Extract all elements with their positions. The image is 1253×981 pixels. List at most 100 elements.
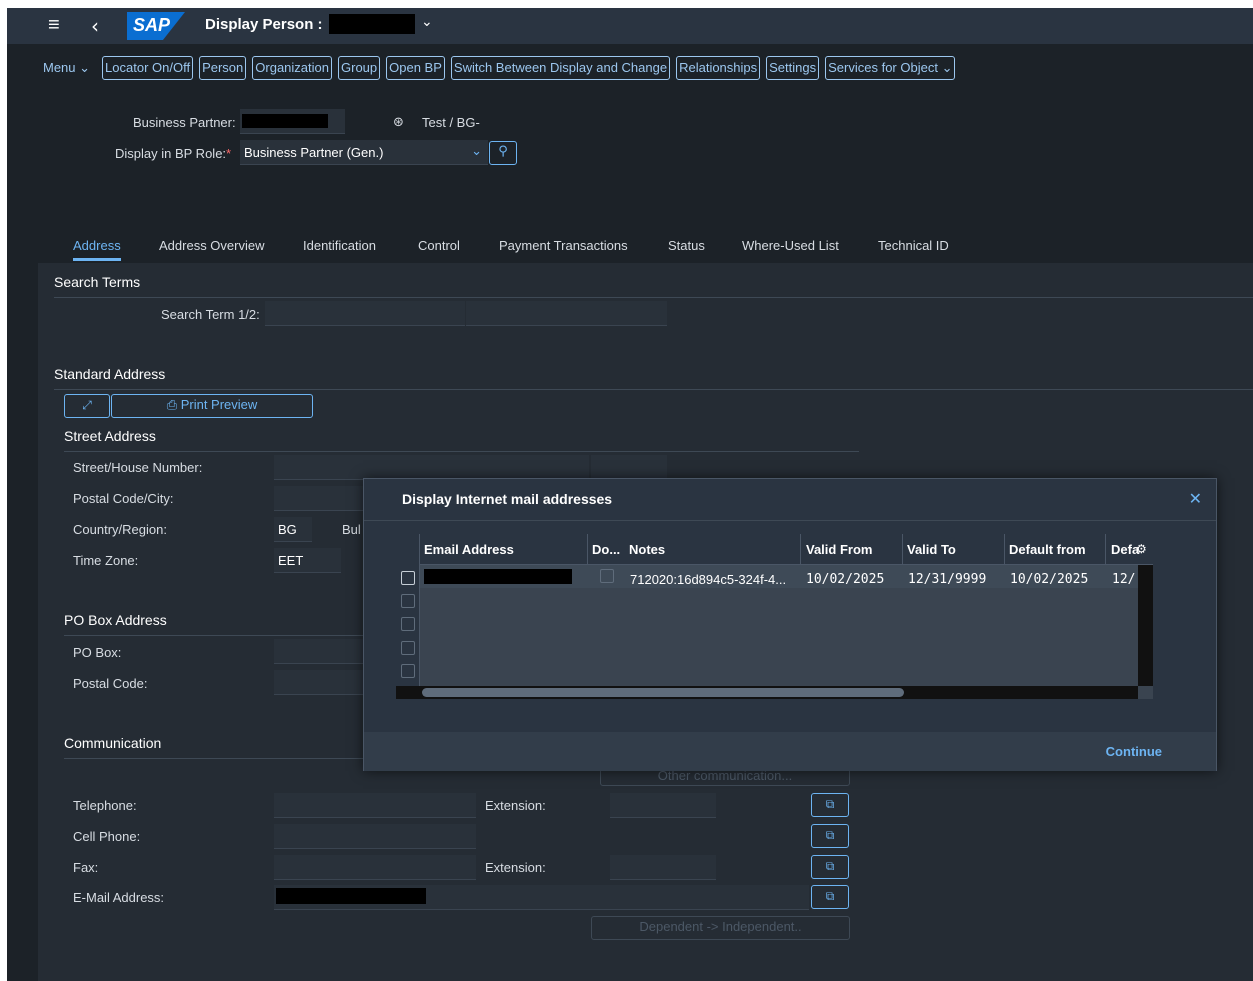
gear-icon[interactable]: ⚙	[1136, 542, 1147, 556]
open-external-icon[interactable]: ⧉	[811, 793, 849, 817]
table-header: Email Address Do... Notes Valid From Val…	[420, 534, 1153, 565]
po-box-title: PO Box Address	[64, 612, 167, 628]
po-postal-field[interactable]	[274, 670, 364, 695]
fax-field[interactable]	[274, 855, 476, 880]
timezone-field[interactable]: EET	[274, 548, 341, 573]
col-separator	[1004, 534, 1005, 565]
redacted-bp-number	[242, 114, 328, 128]
open-external-icon[interactable]: ⧉	[811, 855, 849, 879]
email-dialog: Display Internet mail addresses ✕ Email …	[363, 478, 1217, 771]
extension-field[interactable]	[610, 793, 716, 818]
extension-label: Extension:	[485, 798, 546, 813]
relationships-button[interactable]: Relationships	[676, 56, 761, 80]
cell-phone-label: Cell Phone:	[73, 829, 141, 844]
search-term-2-field[interactable]	[466, 301, 667, 326]
switch-mode-button[interactable]: Switch Between Display and Change	[450, 56, 671, 80]
country-field[interactable]: BG	[274, 517, 312, 542]
services-button[interactable]: Services for Object ⌄	[825, 56, 956, 80]
page-title: Display Person :	[205, 16, 323, 33]
email-field[interactable]	[274, 885, 809, 910]
po-postal-label: Postal Code:	[73, 676, 148, 691]
fax-extension-label: Extension:	[485, 860, 546, 875]
row-checkbox[interactable]	[401, 571, 415, 585]
telephone-field[interactable]	[274, 793, 476, 818]
col-valid-from[interactable]: Valid From	[806, 542, 872, 557]
tab-address[interactable]: Address	[73, 238, 121, 261]
locator-button[interactable]: Locator On/Off	[102, 56, 194, 80]
search-icon[interactable]: ⚲	[489, 141, 517, 165]
tab-payment[interactable]: Payment Transactions	[499, 238, 628, 253]
row-checkbox[interactable]	[401, 617, 415, 631]
po-box-field[interactable]	[274, 639, 364, 664]
open-external-icon[interactable]: ⧉	[811, 824, 849, 848]
person-button[interactable]: Person	[199, 56, 247, 80]
shell-bar: ≡ ‹ SAP Display Person : ⌄	[7, 8, 1253, 44]
bp-field[interactable]	[240, 109, 345, 134]
dialog-footer: Continue	[364, 732, 1216, 771]
dependent-independent-button[interactable]: Dependent -> Independent..	[591, 916, 850, 940]
standard-address-title: Standard Address	[54, 366, 166, 382]
tab-where-used[interactable]: Where-Used List	[742, 238, 839, 253]
telephone-label: Telephone:	[73, 798, 137, 813]
do-checkbox[interactable]	[600, 569, 614, 583]
horizontal-scrollbar[interactable]	[396, 686, 1138, 699]
app-window: ≡ ‹ SAP Display Person : ⌄ Menu ⌄ Locato…	[7, 8, 1253, 981]
row-checkbox[interactable]	[401, 664, 415, 678]
settings-button[interactable]: Settings	[766, 56, 820, 80]
col-default-from[interactable]: Default from	[1009, 542, 1086, 557]
print-preview-button[interactable]: ⎙ Print Preview	[111, 394, 313, 418]
redacted-title	[329, 14, 415, 34]
sap-logo: SAP	[127, 12, 185, 40]
col-separator	[587, 534, 588, 565]
divider	[64, 451, 859, 452]
street-label: Street/House Number:	[73, 460, 203, 475]
continue-button[interactable]: Continue	[1106, 744, 1162, 759]
row-checkbox[interactable]	[401, 641, 415, 655]
tab-address-overview[interactable]: Address Overview	[159, 238, 264, 253]
chevron-down-icon: ⌄	[471, 144, 482, 159]
divider	[54, 297, 1253, 298]
col-email[interactable]: Email Address	[424, 542, 514, 557]
cell-valid-from: 10/02/2025	[806, 572, 885, 587]
organization-button[interactable]: Organization	[252, 56, 332, 80]
cell-default-from: 10/02/2025	[1010, 572, 1089, 587]
vertical-scrollbar[interactable]	[1138, 565, 1153, 686]
scroll-thumb[interactable]	[422, 688, 904, 697]
search-terms-title: Search Terms	[54, 274, 141, 290]
close-icon[interactable]: ✕	[1189, 489, 1202, 508]
fax-extension-field[interactable]	[610, 855, 716, 880]
tab-status[interactable]: Status	[668, 238, 705, 253]
col-separator	[1105, 534, 1106, 565]
redacted-email	[276, 888, 426, 904]
email-table: Email Address Do... Notes Valid From Val…	[396, 534, 1153, 699]
open-bp-button[interactable]: Open BP	[386, 56, 445, 80]
tab-identification[interactable]: Identification	[303, 238, 376, 253]
back-icon[interactable]: ‹	[91, 14, 99, 38]
bp-name: Test / BG-	[422, 115, 480, 130]
tab-technical-id[interactable]: Technical ID	[878, 238, 949, 253]
cell-phone-field[interactable]	[274, 824, 476, 849]
role-select[interactable]: Business Partner (Gen.) ⌄	[240, 140, 488, 165]
email-label: E-Mail Address:	[73, 890, 165, 905]
timezone-label: Time Zone:	[73, 553, 139, 568]
country-name: Bul	[342, 522, 361, 537]
open-external-icon[interactable]: ⧉	[811, 885, 849, 909]
col-default-to[interactable]: Defa	[1111, 542, 1139, 557]
search-term-label: Search Term 1/2:	[161, 307, 260, 322]
col-do[interactable]: Do...	[592, 542, 620, 557]
menu-button[interactable]: Menu ⌄	[43, 56, 94, 80]
row-checkbox[interactable]	[401, 594, 415, 608]
chevron-down-icon[interactable]: ⌄	[421, 14, 433, 30]
group-button[interactable]: Group	[338, 56, 381, 80]
street-field[interactable]	[274, 455, 589, 480]
po-box-label: PO Box:	[73, 645, 122, 660]
expand-icon[interactable]: ⤢	[64, 394, 110, 418]
col-notes[interactable]: Notes	[629, 542, 665, 557]
role-value: Business Partner (Gen.)	[244, 145, 384, 160]
col-valid-to[interactable]: Valid To	[907, 542, 956, 557]
postal-code-field[interactable]	[274, 486, 364, 511]
menu-icon[interactable]: ≡	[48, 14, 60, 37]
house-number-field[interactable]	[591, 455, 667, 480]
search-term-1-field[interactable]	[265, 301, 465, 326]
tab-control[interactable]: Control	[418, 238, 460, 253]
